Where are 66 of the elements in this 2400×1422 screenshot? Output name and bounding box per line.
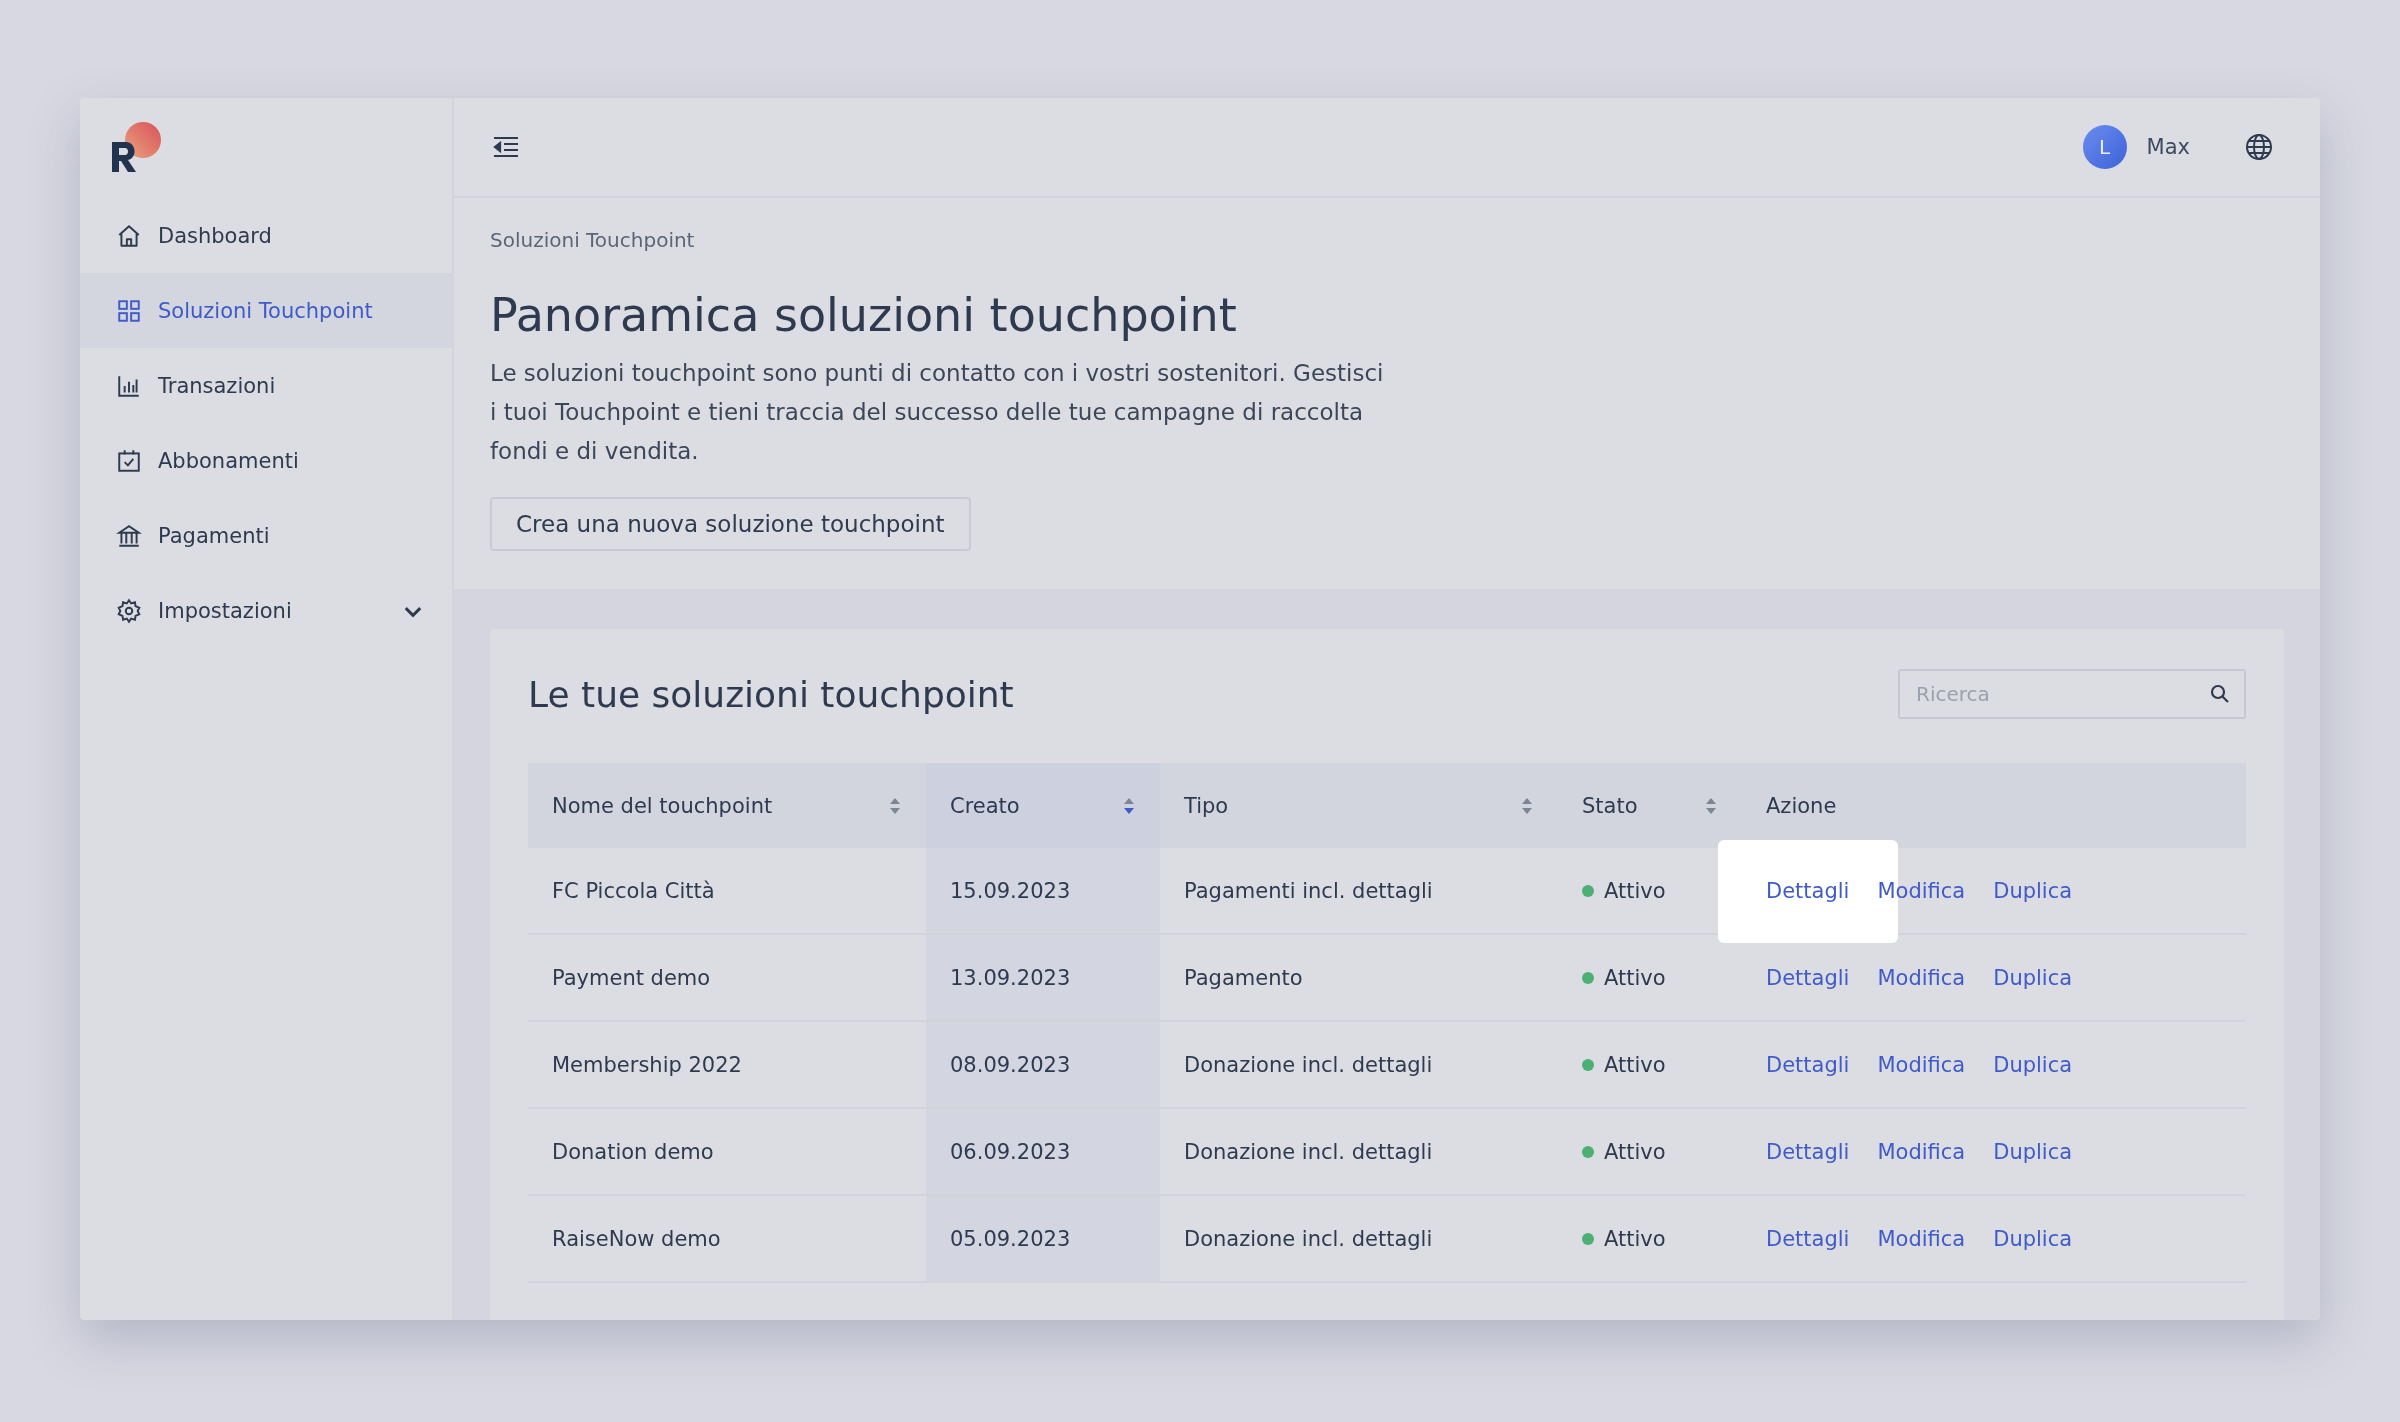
status-text: Attivo <box>1604 878 1666 903</box>
action-link[interactable]: Dettagli <box>1766 878 1850 903</box>
table-cell: Pagamenti incl. dettagli <box>1184 878 1433 903</box>
table-cell: Donazione incl. dettagli <box>1184 1226 1433 1251</box>
user-avatar[interactable]: L <box>2082 125 2127 169</box>
table-cell: Donazione incl. dettagli <box>1184 1139 1433 1164</box>
action-link[interactable]: Modifica <box>1877 1226 1966 1251</box>
grid-icon <box>116 297 142 324</box>
column-label: Tipo <box>1184 793 1229 818</box>
table-cell: 05.09.2023 <box>950 1226 1071 1251</box>
status-text: Attivo <box>1604 1139 1666 1164</box>
action-link[interactable]: Modifica <box>1877 1139 1966 1164</box>
action-link[interactable]: Modifica <box>1877 965 1966 990</box>
column-label: Azione <box>1766 793 1837 818</box>
action-link[interactable]: Dettagli <box>1766 1052 1850 1077</box>
bank-icon <box>116 522 142 549</box>
action-link[interactable]: Dettagli <box>1766 1226 1850 1251</box>
header-cell[interactable]: Azione <box>1742 763 2246 848</box>
breadcrumb[interactable]: Soluzioni Touchpoint <box>490 228 2284 252</box>
table-cell: 06.09.2023 <box>950 1139 1071 1164</box>
table-cell: Donation demo <box>552 1139 714 1164</box>
table-cell: 13.09.2023 <box>950 965 1071 990</box>
action-link[interactable]: Duplica <box>1993 878 2073 903</box>
header-cell[interactable]: Creato <box>926 763 1160 848</box>
page-description: Le soluzioni touchpoint sono punti di contatto con i vostri sostenitori. Gestisci i tuoi Touchpoint e tieni traccia del successo delle tue campagne di raccolta fondi e di vendita. <box>490 359 1385 466</box>
action-link[interactable]: Duplica <box>1993 1052 2073 1077</box>
status-text: Attivo <box>1604 1052 1666 1077</box>
table-cell: Pagamento <box>1184 965 1303 990</box>
sidebar-item[interactable]: Pagamenti <box>80 498 452 573</box>
status-text: Attivo <box>1604 965 1666 990</box>
action-link[interactable]: Modifica <box>1877 1052 1966 1077</box>
sidebar-item[interactable]: Dashboard <box>80 198 452 273</box>
table-cell: FC Piccola Città <box>552 878 715 903</box>
table-cell: 08.09.2023 <box>950 1052 1071 1077</box>
status-text: Attivo <box>1604 1226 1666 1251</box>
calendar-check-icon <box>116 447 142 474</box>
action-link[interactable]: Duplica <box>1993 1139 2073 1164</box>
gear-icon <box>116 597 142 624</box>
table-cell: Payment demo <box>552 965 711 990</box>
header-cell[interactable]: Tipo <box>1160 763 1558 848</box>
globe-icon[interactable] <box>2244 132 2274 162</box>
table-cell: Donazione incl. dettagli <box>1184 1052 1433 1077</box>
action-link[interactable]: Duplica <box>1993 1226 2073 1251</box>
action-link[interactable]: Dettagli <box>1766 1139 1850 1164</box>
header-cell[interactable]: Stato <box>1558 763 1742 848</box>
home-icon <box>116 222 142 249</box>
sidebar-item[interactable]: Impostazioni <box>80 573 452 648</box>
table-cell: 15.09.2023 <box>950 878 1071 903</box>
sidebar-item[interactable]: Transazioni <box>80 348 452 423</box>
search-icon[interactable] <box>2210 684 2230 704</box>
header-cell[interactable]: Nome del touchpoint <box>528 763 926 848</box>
action-link[interactable]: Modifica <box>1877 878 1966 903</box>
create-button[interactable]: Crea una nuova soluzione touchpoint <box>490 497 971 551</box>
user-name[interactable]: Max <box>2146 135 2190 159</box>
column-label: Stato <box>1582 793 1638 818</box>
search-field[interactable]: Ricerca <box>1898 669 2246 719</box>
column-label: Nome del touchpoint <box>552 793 773 818</box>
table-cell: RaiseNow demo <box>552 1226 721 1251</box>
action-link[interactable]: Duplica <box>1993 965 2073 990</box>
page-title: Panoramica soluzioni touchpoint <box>490 288 1238 342</box>
column-label: Creato <box>950 793 1020 818</box>
sidebar-item[interactable]: Soluzioni Touchpoint <box>80 273 452 348</box>
card-title: Le tue soluzioni touchpoint <box>528 673 1014 715</box>
action-link[interactable]: Dettagli <box>1766 965 1850 990</box>
sidebar-item[interactable]: Abbonamenti <box>80 423 452 498</box>
table-cell: Membership 2022 <box>552 1052 742 1077</box>
